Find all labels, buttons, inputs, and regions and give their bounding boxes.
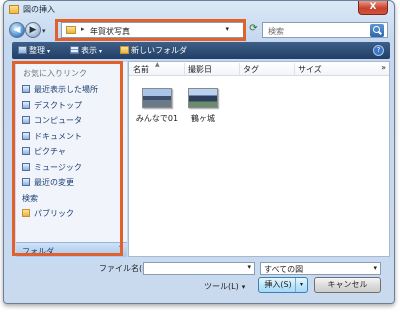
sidebar-item-documents[interactable]: ドキュメント (22, 131, 98, 147)
column-header-row: 名前 ▲ 撮影日 タグ サイズ » (129, 61, 389, 76)
folders-toggle[interactable]: フォルダ ˄ (16, 242, 127, 257)
search-box[interactable]: 検索 (262, 22, 388, 38)
sidebar-item-label: パブリック (34, 209, 74, 218)
views-chevron-icon: ▾ (99, 48, 103, 55)
window-title: 図の挿入 (23, 5, 55, 14)
sidebar-item-recently-changed[interactable]: 最近の変更 (22, 177, 98, 193)
column-header-tags[interactable]: タグ (243, 64, 259, 75)
computer-icon (22, 116, 30, 124)
sidebar-item-label: 検索 (22, 193, 38, 203)
column-header-name[interactable]: 名前 (133, 64, 149, 75)
new-folder-icon (120, 46, 129, 54)
image-thumbnail (188, 88, 218, 108)
address-history-chevron-icon[interactable]: ▾ (225, 25, 229, 33)
recently-changed-icon (22, 178, 30, 186)
recent-pages-chevron-icon[interactable]: ▾ (42, 27, 46, 35)
pictures-icon (22, 147, 30, 155)
organize-label: 整理 (29, 46, 45, 55)
tools-label: ツール(L) (204, 282, 239, 291)
cancel-button[interactable]: キャンセル (314, 277, 381, 293)
file-name: 鶴ヶ城 (191, 114, 215, 123)
navigation-bar: ◀ ▶ ▾ ▸ 年賀状写真 ▾ ⟳ 検索 (4, 19, 394, 41)
column-divider[interactable] (294, 63, 295, 75)
organize-chevron-icon: ▾ (47, 48, 51, 55)
back-button[interactable]: ◀ (9, 22, 25, 38)
chevron-up-icon: ˄ (118, 245, 123, 253)
file-item[interactable]: 鶴ヶ城 (173, 88, 233, 124)
chevron-down-icon: ▾ (241, 283, 246, 291)
folder-icon (66, 26, 76, 34)
public-folder-icon (22, 209, 30, 217)
insert-picture-dialog: 図の挿入 X ◀ ▶ ▾ ▸ 年賀状写真 ▾ ⟳ 検索 整理 ▾ 表示 ▾ 新しいフ… (3, 0, 395, 304)
more-columns-chevron-icon[interactable]: » (381, 63, 386, 72)
views-icon (70, 46, 79, 54)
organize-button[interactable]: 整理 ▾ (18, 45, 50, 56)
close-button[interactable]: X (358, 1, 388, 15)
sidebar-item-computer[interactable]: コンピュータ (22, 115, 98, 131)
sidebar-item-label: ドキュメント (34, 131, 82, 141)
sidebar-item-public[interactable]: パブリック (22, 208, 98, 224)
sidebar-item-pictures[interactable]: ピクチャ (22, 146, 98, 162)
breadcrumb-separator-icon[interactable]: ▸ (81, 25, 85, 33)
documents-icon (22, 131, 30, 140)
file-name-field[interactable]: ▾ (143, 262, 255, 275)
sidebar-item-label: デスクトップ (34, 100, 82, 110)
sort-ascending-icon: ▲ (155, 61, 160, 68)
sidebar-item-label: ミュージック (34, 162, 82, 172)
sidebar-item-searches[interactable]: 検索 (22, 87, 288, 209)
insert-label: 挿入(S) (264, 280, 292, 289)
file-list-pane: 名前 ▲ 撮影日 タグ サイズ » みんなで01 鶴ヶ城 (128, 61, 390, 257)
tools-menu-button[interactable]: ツール(L) ▾ (204, 281, 245, 292)
folders-label: フォルダ (22, 247, 54, 256)
new-folder-label: 新しいフォルダ (131, 46, 187, 55)
sidebar-item-label: コンピュータ (34, 116, 82, 125)
address-bar[interactable]: ▸ 年賀状写真 ▾ (61, 22, 245, 38)
title-bar: 図の挿入 X (4, 1, 394, 19)
insert-options-chevron-icon[interactable]: ▾ (295, 278, 307, 292)
sidebar-item-label: ピクチャ (34, 147, 66, 156)
search-input[interactable]: 検索 (268, 26, 284, 37)
sidebar-item-desktop[interactable]: デスクトップ (22, 100, 98, 116)
favorite-links-heading: お気に入りリンク (23, 69, 87, 78)
dialog-footer: ファイル名(N): ▾ すべての図 ▾ ツール(L) ▾ 挿入(S) ▾ キャンセ… (4, 257, 396, 305)
chevron-down-icon: ▾ (373, 264, 377, 272)
refresh-icon[interactable]: ⟳ (247, 23, 260, 36)
search-icon[interactable] (370, 24, 384, 37)
new-folder-button[interactable]: 新しいフォルダ (120, 45, 187, 56)
column-divider[interactable] (184, 63, 185, 75)
command-bar: 整理 ▾ 表示 ▾ 新しいフォルダ ? (12, 42, 390, 59)
sidebar-item-label: 最近の変更 (34, 178, 74, 187)
sidebar-item-recent-places[interactable]: 最近表示した場所 (22, 84, 98, 100)
insert-button[interactable]: 挿入(S) ▾ (258, 277, 308, 293)
file-type-value: すべての図 (264, 265, 304, 274)
column-header-size[interactable]: サイズ (298, 64, 322, 75)
breadcrumb-current-folder[interactable]: 年賀状写真 (90, 26, 130, 37)
organize-icon (18, 46, 27, 54)
recent-places-icon (22, 85, 30, 93)
forward-button[interactable]: ▶ (25, 22, 41, 38)
desktop-icon (22, 100, 30, 109)
navigation-pane: お気に入りリンク 最近表示した場所 デスクトップ コンピュータ ドキュメント ピ… (16, 62, 288, 257)
picture-icon (9, 5, 19, 14)
column-header-date[interactable]: 撮影日 (188, 64, 212, 75)
help-icon[interactable]: ? (373, 45, 384, 56)
column-divider[interactable] (239, 63, 240, 75)
image-thumbnail (142, 88, 172, 108)
views-button[interactable]: 表示 ▾ (70, 45, 102, 56)
views-label: 表示 (81, 46, 97, 55)
file-name-chevron-icon[interactable]: ▾ (247, 263, 251, 271)
music-icon (22, 162, 30, 171)
sidebar-item-music[interactable]: ミュージック (22, 162, 98, 178)
favorite-links-list: 最近表示した場所 デスクトップ コンピュータ ドキュメント ピクチャ ミュージッ… (22, 84, 288, 224)
file-type-select[interactable]: すべての図 ▾ (260, 262, 381, 275)
sidebar-item-label: 最近表示した場所 (34, 85, 98, 94)
